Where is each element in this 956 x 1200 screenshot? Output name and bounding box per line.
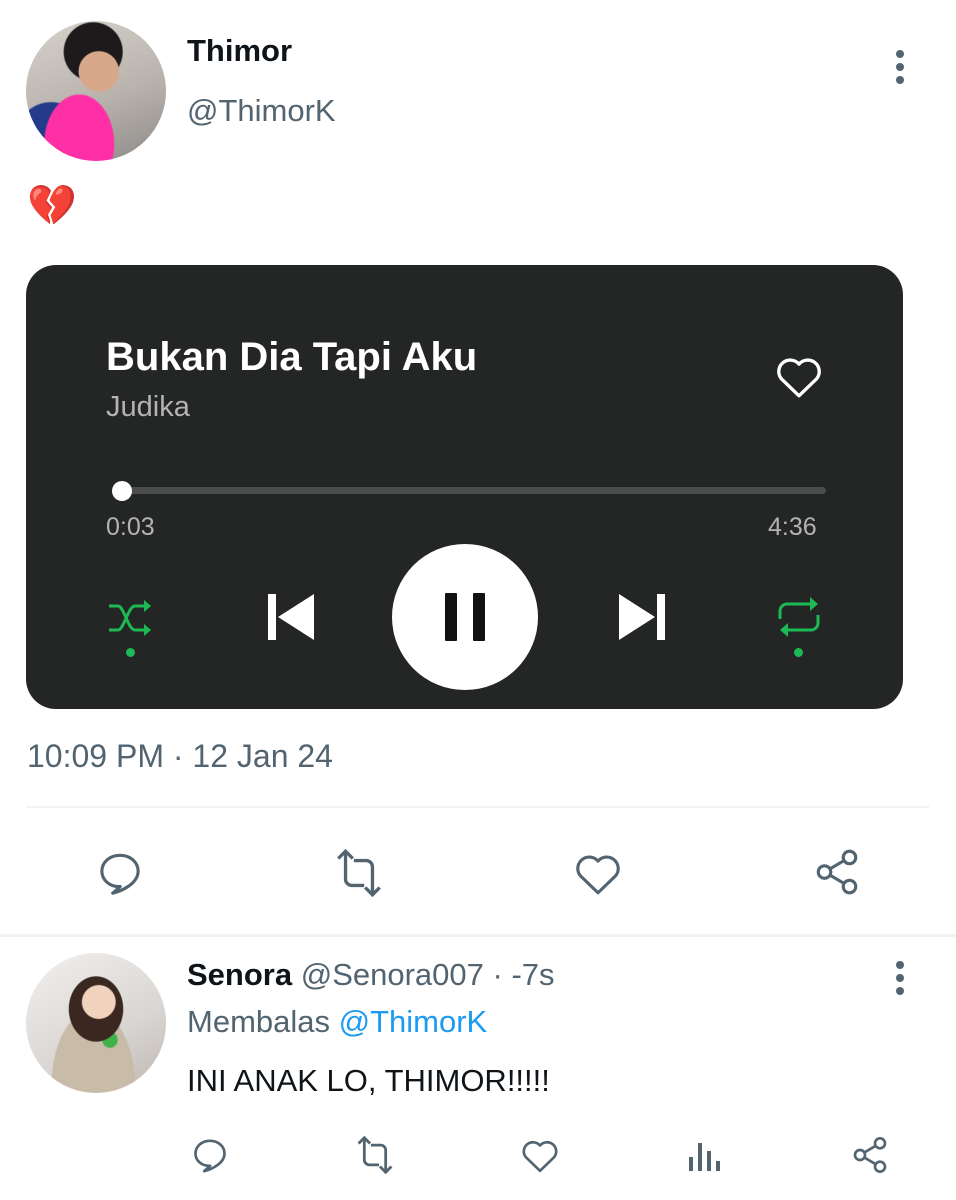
shuffle-active-dot (126, 648, 135, 657)
divider (27, 806, 929, 808)
progress-knob[interactable] (111, 481, 132, 501)
next-track-icon[interactable] (617, 592, 667, 642)
retweet-icon[interactable] (330, 847, 388, 899)
tweet-timestamp[interactable]: 10:09 PM · 12 Jan 24 (27, 738, 333, 775)
reply-retweet-icon[interactable] (352, 1134, 398, 1176)
author-name[interactable]: Thimor (187, 33, 292, 69)
reply-author-name[interactable]: Senora (187, 957, 292, 992)
reply-like-icon[interactable] (519, 1135, 561, 1175)
progress-bar[interactable] (114, 487, 826, 494)
replying-to: Membalas @ThimorK (187, 1004, 487, 1040)
reply-icon[interactable] (94, 847, 146, 899)
reply-share-icon[interactable] (849, 1134, 891, 1176)
total-duration: 4:36 (768, 513, 817, 541)
heart-icon[interactable] (774, 353, 824, 399)
views-icon[interactable] (686, 1136, 722, 1174)
replying-prefix: Membalas (187, 1004, 330, 1039)
share-icon[interactable] (811, 845, 863, 899)
author-avatar[interactable] (26, 21, 166, 161)
reply-author-avatar[interactable] (26, 953, 166, 1093)
reply-text: INI ANAK LO, THIMOR!!!!! (187, 1063, 550, 1098)
repeat-icon[interactable] (774, 595, 824, 639)
pause-button[interactable] (392, 544, 538, 690)
reply-reply-icon[interactable] (189, 1134, 231, 1176)
shuffle-icon[interactable] (106, 597, 156, 639)
reply-header: Senora @Senora007 · -7s (187, 957, 555, 993)
previous-track-icon[interactable] (266, 592, 316, 642)
more-options-icon[interactable] (895, 50, 905, 89)
replying-to-mention[interactable]: @ThimorK (339, 1004, 488, 1039)
reply-author-handle[interactable]: @Senora007 (301, 957, 484, 992)
music-player-card[interactable]: Bukan Dia Tapi Aku Judika 0:03 4:36 (26, 265, 903, 709)
repeat-active-dot (794, 648, 803, 657)
tweet-text: 💔 (27, 183, 77, 229)
reply-more-options-icon[interactable] (895, 961, 905, 1000)
pause-icon (445, 593, 485, 641)
elapsed-time: 0:03 (106, 513, 155, 541)
reply-time[interactable]: · -7s (493, 957, 555, 992)
author-handle[interactable]: @ThimorK (187, 93, 336, 129)
song-title: Bukan Dia Tapi Aku (106, 335, 478, 379)
artist-name: Judika (106, 391, 190, 423)
section-divider (0, 934, 956, 937)
like-icon[interactable] (572, 847, 624, 899)
